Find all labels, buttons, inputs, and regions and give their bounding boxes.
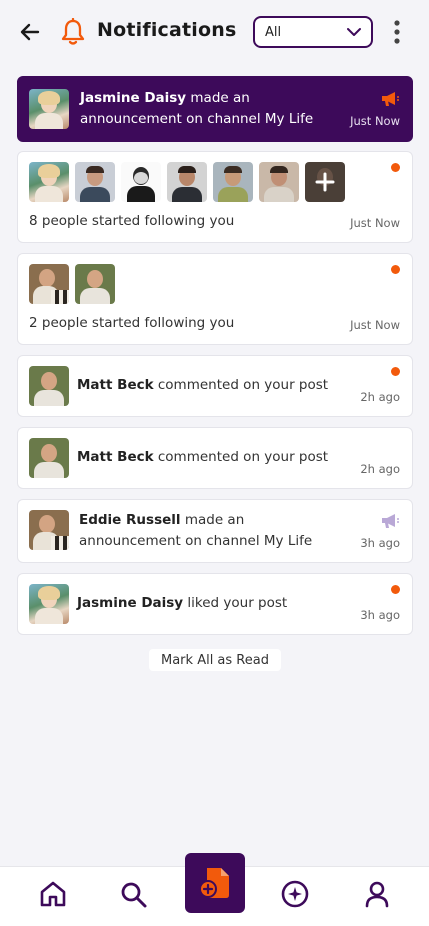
avatar: [29, 510, 69, 550]
notification-item[interactable]: Matt Beck commented on your post 2h ago: [17, 355, 413, 417]
chevron-down-icon: [347, 28, 361, 36]
notification-time: Just Now: [350, 216, 400, 230]
unread-dot: [391, 367, 400, 376]
bottom-nav: [0, 853, 429, 926]
more-followers-avatar[interactable]: [305, 162, 345, 202]
notification-message: Matt Beck commented on your post: [77, 375, 347, 396]
avatar: [213, 162, 253, 202]
avatar: [121, 162, 161, 202]
mark-all-read-button[interactable]: Mark All as Read: [149, 649, 281, 671]
header: Notifications All: [0, 0, 429, 64]
page-title: Notifications: [97, 19, 237, 41]
avatar: [167, 162, 207, 202]
megaphone-icon: [382, 514, 399, 528]
notification-message: Matt Beck commented on your post: [77, 447, 347, 468]
notification-message: Jasmine Daisy made an announcement on ch…: [80, 88, 350, 130]
notification-username: Jasmine Daisy: [77, 595, 184, 611]
filter-value: All: [265, 24, 282, 40]
home-icon[interactable]: [38, 879, 68, 909]
avatar: [29, 366, 69, 406]
unread-dot: [391, 163, 400, 172]
notification-item[interactable]: 2 people started following you Just Now: [17, 253, 413, 345]
notification-username: Matt Beck: [77, 377, 154, 393]
notification-time: Just Now: [350, 318, 400, 332]
notification-username: Eddie Russell: [79, 512, 181, 528]
notification-text: 8 people started following you: [29, 213, 235, 229]
notification-item[interactable]: 8 people started following you Just Now: [17, 151, 413, 243]
add-post-button[interactable]: [185, 853, 245, 913]
notification-username: Jasmine Daisy: [80, 90, 187, 106]
notification-time: Just Now: [350, 114, 400, 128]
avatar: [75, 162, 115, 202]
more-options-icon[interactable]: [390, 18, 404, 46]
explore-icon[interactable]: [280, 879, 310, 909]
back-arrow-icon[interactable]: [18, 20, 42, 44]
notification-message: Jasmine Daisy liked your post: [77, 593, 347, 614]
notification-item[interactable]: Jasmine Daisy made an announcement on ch…: [17, 76, 413, 142]
avatar: [259, 162, 299, 202]
avatar: [29, 264, 69, 304]
notification-item[interactable]: Eddie Russell made an announcement on ch…: [17, 499, 413, 563]
profile-icon[interactable]: [362, 879, 392, 909]
notification-item[interactable]: Jasmine Daisy liked your post 3h ago: [17, 573, 413, 635]
avatar: [29, 438, 69, 478]
avatar: [29, 89, 69, 129]
notification-text: 2 people started following you: [29, 315, 235, 331]
avatar: [75, 264, 115, 304]
notification-time: 3h ago: [360, 536, 400, 550]
notification-text: commented on your post: [157, 377, 329, 393]
unread-dot: [391, 265, 400, 274]
megaphone-icon: [382, 92, 399, 106]
avatar: [29, 584, 69, 624]
notification-item[interactable]: Matt Beck commented on your post 2h ago: [17, 427, 413, 489]
notification-time: 2h ago: [360, 462, 400, 476]
notification-time: 2h ago: [360, 390, 400, 404]
notification-text: commented on your post: [157, 449, 329, 465]
bell-icon: [61, 18, 85, 45]
filter-select[interactable]: All: [253, 16, 373, 48]
add-post-icon: [199, 868, 229, 898]
notification-time: 3h ago: [360, 608, 400, 622]
unread-dot: [391, 585, 400, 594]
notification-username: Matt Beck: [77, 449, 154, 465]
notification-text: liked your post: [187, 595, 288, 611]
plus-icon: [315, 172, 335, 192]
search-icon[interactable]: [118, 879, 148, 909]
notification-message: Eddie Russell made an announcement on ch…: [79, 510, 339, 552]
avatar: [29, 162, 69, 202]
